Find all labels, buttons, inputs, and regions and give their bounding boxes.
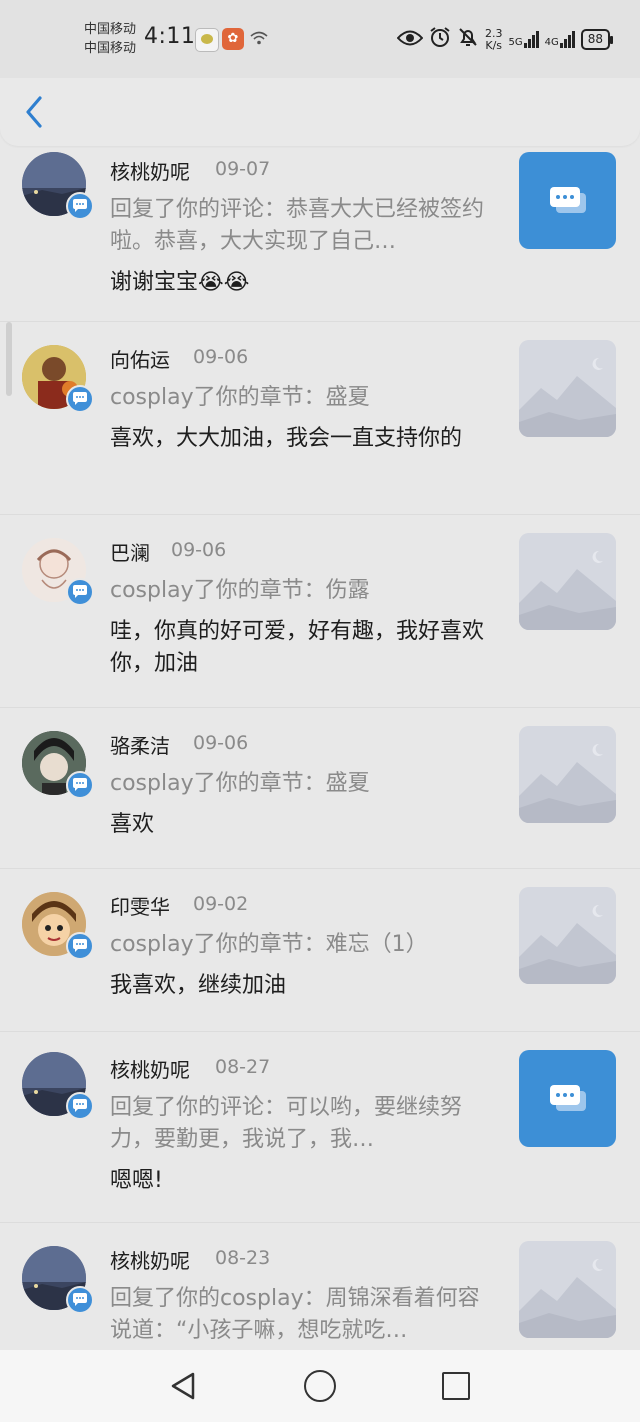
list-item[interactable]: 核桃奶呢 08-27 回复了你的评论：可以哟，要继续努力，要勤更，我说了，我… … <box>0 1032 640 1223</box>
nav-home-button[interactable] <box>304 1370 336 1402</box>
comment-badge-icon <box>66 932 94 960</box>
user-name[interactable]: 印雯华 <box>110 891 170 920</box>
user-name[interactable]: 核桃奶呢 <box>110 1245 190 1274</box>
triangle-back-icon <box>171 1372 195 1400</box>
wifi-small-icon <box>250 30 268 50</box>
top-header <box>0 78 640 146</box>
alarm-icon <box>429 26 451 53</box>
item-message: 哇，你真的好可爱，好有趣，我好喜欢你，加油 <box>110 619 485 676</box>
comment-badge-icon <box>66 1286 94 1314</box>
placeholder-image-icon <box>519 726 616 823</box>
user-name[interactable]: 巴澜 <box>110 537 150 566</box>
user-name[interactable]: 骆柔洁 <box>110 730 170 759</box>
net-speed-unit: K/s <box>485 38 503 52</box>
chevron-left-icon <box>26 96 42 128</box>
item-date: 09-06 <box>171 539 227 561</box>
comment-thumbnail[interactable] <box>519 1050 616 1147</box>
notification-list: 核桃奶呢 09-07 回复了你的评论：恭喜大大已经被签约啦。恭喜，大大实现了自己… <box>0 134 640 1350</box>
item-date: 09-06 <box>193 346 249 368</box>
item-subtitle: cosplay了你的章节：难忘（1） <box>110 932 428 957</box>
mute-bell-icon <box>457 26 479 53</box>
item-message: 喜欢 <box>110 812 155 837</box>
chapter-thumbnail[interactable] <box>519 1241 616 1338</box>
item-message: 谢谢宝宝😭😭 <box>110 270 250 295</box>
item-subtitle: cosplay了你的章节：盛夏 <box>110 771 370 796</box>
system-nav-bar <box>0 1350 640 1422</box>
comment-badge-icon <box>66 1092 94 1120</box>
user-name[interactable]: 核桃奶呢 <box>110 1054 190 1083</box>
item-subtitle: cosplay了你的章节：盛夏 <box>110 385 370 410</box>
system-icons: 2.3 K/s 5G 4G 88 <box>396 26 614 53</box>
item-subtitle: 回复了你的评论：恭喜大大已经被签约啦。恭喜，大大实现了自己… <box>110 197 485 254</box>
signal-4g-icon: 4G <box>545 31 575 48</box>
list-item[interactable]: 骆柔洁 09-06 cosplay了你的章节：盛夏 喜欢 <box>0 708 640 869</box>
comment-badge-icon <box>66 192 94 220</box>
placeholder-image-icon <box>519 887 616 984</box>
signal-5g-label: 5G <box>508 37 523 48</box>
nav-back-button[interactable] <box>170 1372 196 1400</box>
battery-icon: 88 <box>580 29 614 50</box>
chapter-thumbnail[interactable] <box>519 340 616 437</box>
net-speed: 2.3 K/s <box>484 26 503 52</box>
list-item[interactable]: 核桃奶呢 09-07 回复了你的评论：恭喜大大已经被签约啦。恭喜，大大实现了自己… <box>0 134 640 322</box>
item-date: 08-23 <box>215 1247 271 1269</box>
carrier-1: 中国移动 <box>84 22 137 37</box>
chapter-thumbnail[interactable] <box>519 533 616 630</box>
chapter-thumbnail[interactable] <box>519 887 616 984</box>
item-date: 09-02 <box>193 893 249 915</box>
signal-4g-label: 4G <box>544 37 559 48</box>
item-message: 我喜欢，继续加油 <box>110 973 287 998</box>
notification-app-icon <box>195 28 219 52</box>
eye-icon <box>396 28 424 52</box>
notification-app-icon-2: ✿ <box>222 28 244 50</box>
item-subtitle: 回复了你的评论：可以哟，要继续努力，要勤更，我说了，我… <box>110 1095 463 1152</box>
comment-badge-icon <box>66 578 94 606</box>
item-date: 08-27 <box>215 1056 271 1078</box>
placeholder-image-icon <box>519 340 616 437</box>
placeholder-image-icon <box>519 1241 616 1338</box>
signal-5g-icon: 5G <box>508 31 539 48</box>
scroll-indicator[interactable] <box>6 322 12 396</box>
user-name[interactable]: 向佑运 <box>110 344 170 373</box>
item-date: 09-07 <box>215 158 271 180</box>
user-name[interactable]: 核桃奶呢 <box>110 156 190 185</box>
comment-badge-icon <box>66 771 94 799</box>
nav-recents-button[interactable] <box>442 1372 470 1400</box>
item-date: 09-06 <box>193 732 249 754</box>
status-bar: 中国移动 中国移动 4:11 ✿ 2.3 K/s 5G 4G 88 <box>0 0 640 78</box>
net-speed-value: 2.3 <box>484 26 503 40</box>
back-button[interactable] <box>20 94 50 130</box>
placeholder-image-icon <box>519 533 616 630</box>
carrier-labels: 中国移动 中国移动 <box>84 20 136 58</box>
list-item[interactable]: 核桃奶呢 08-23 回复了你的cosplay：周锦深看着何容说道：“小孩子嘛，… <box>0 1223 640 1350</box>
item-subtitle: 回复了你的cosplay：周锦深看着何容说道：“小孩子嘛，想吃就吃… <box>110 1286 480 1343</box>
list-item[interactable]: 印雯华 09-02 cosplay了你的章节：难忘（1） 我喜欢，继续加油 <box>0 869 640 1032</box>
item-message: 嗯嗯! <box>110 1168 163 1193</box>
status-time: 4:11 <box>144 24 196 49</box>
carrier-2: 中国移动 <box>84 41 137 56</box>
comment-badge-icon <box>66 385 94 413</box>
chat-bubbles-icon <box>549 186 586 213</box>
list-item[interactable]: 巴澜 09-06 cosplay了你的章节：伤露 哇，你真的好可爱，好有趣，我好… <box>0 515 640 708</box>
item-message: 喜欢，大大加油，我会一直支持你的 <box>110 426 463 451</box>
chapter-thumbnail[interactable] <box>519 726 616 823</box>
battery-level: 88 <box>587 32 603 46</box>
chat-bubbles-icon <box>549 1084 586 1111</box>
item-subtitle: cosplay了你的章节：伤露 <box>110 578 370 603</box>
comment-thumbnail[interactable] <box>519 152 616 249</box>
list-item[interactable]: 向佑运 09-06 cosplay了你的章节：盛夏 喜欢，大大加油，我会一直支持… <box>0 322 640 515</box>
